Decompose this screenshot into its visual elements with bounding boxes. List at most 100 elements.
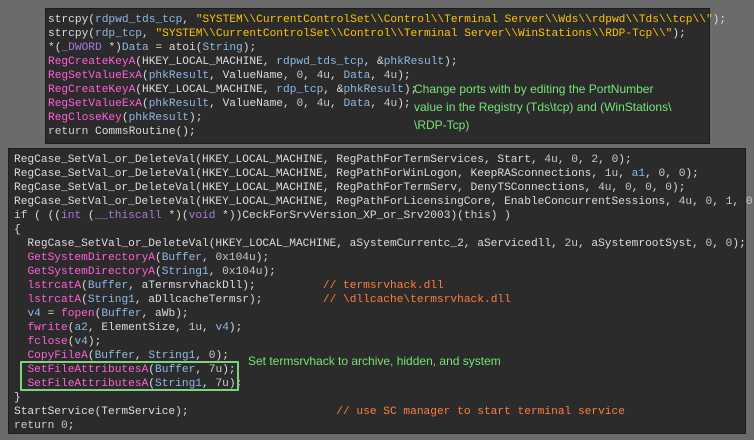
code-token: // termsrvhack.dll <box>322 280 444 292</box>
code-token: rdpwd_tds_tcp <box>95 14 183 26</box>
code-token: = <box>40 308 62 320</box>
code-line: fwrite(a2, ElementSize, 1u, v4); <box>14 321 754 335</box>
code-token: , <box>303 98 317 110</box>
code-token: CommsRoutine(); <box>95 126 196 138</box>
code-token: rdp_tcp <box>95 28 142 40</box>
code-line: strcpy(rdpwd_tds_tcp, "SYSTEM\\CurrentCo… <box>48 13 726 27</box>
code-line: RegCase_SetVal_or_DeleteVal(HKEY_LOCAL_M… <box>14 237 754 251</box>
code-token: 0x104u <box>215 252 256 264</box>
code-line: lstrcatA(Buffer, aTermsrvhackDll); // te… <box>14 279 754 293</box>
code-token: ); <box>228 322 243 334</box>
code-token: , <box>692 196 706 208</box>
code-line: return 0; <box>14 419 754 433</box>
code-token: , <box>712 238 726 250</box>
code-token: , <box>202 322 216 334</box>
code-token: , <box>330 98 344 110</box>
code-token: Data <box>343 98 371 110</box>
code-token: *)( <box>161 210 189 222</box>
code-token: ( <box>155 266 162 278</box>
code-token: ) ) <box>490 210 511 222</box>
code-token: 0 <box>665 182 672 194</box>
code-token: Buffer <box>161 252 203 264</box>
code-token: Data <box>343 70 371 82</box>
code-token: ( <box>142 98 149 110</box>
code-token: RegCase_SetVal_or_DeleteVal(HKEY_LOCAL_M… <box>14 196 679 208</box>
code-token: String1 <box>161 266 209 278</box>
code-token: fopen <box>61 308 95 320</box>
code-token: 4u <box>316 70 331 82</box>
code-token: RegCase_SetVal_or_DeleteVal(HKEY_LOCAL_M… <box>14 238 565 250</box>
code-token: Data <box>121 42 149 54</box>
code-token: , <box>651 182 666 194</box>
code-token: _DWORD <box>61 42 102 54</box>
code-panel-bottom: RegCase_SetVal_or_DeleteVal(HKEY_LOCAL_M… <box>8 148 754 434</box>
code-token: RegCreateKeyA <box>48 84 136 96</box>
code-token: , <box>631 182 646 194</box>
code-line: RegCreateKeyA(HKEY_LOCAL_MACHINE, rdpwd_… <box>48 55 726 69</box>
code-token: (HKEY_LOCAL_MACHINE, <box>135 56 277 68</box>
code-token: ( <box>81 294 88 306</box>
code-token: (HKEY_LOCAL_MACHINE, <box>135 84 277 96</box>
code-token: , <box>330 70 344 82</box>
code-token: phkResult <box>128 112 190 124</box>
code-token: , <box>303 70 317 82</box>
code-line: GetSystemDirectoryA(String1, 0x104u); <box>14 265 754 279</box>
code-line: *(_DWORD *)Data = atoi(String); <box>48 41 726 55</box>
code-token: ( <box>121 112 129 124</box>
code-token: , <box>370 70 384 82</box>
code-line: GetSystemDirectoryA(Buffer, 0x104u); <box>14 251 754 265</box>
code-line: lstrcatA(String1, aDllcacheTermsr); // \… <box>14 293 754 307</box>
code-line: RegCase_SetVal_or_DeleteVal(HKEY_LOCAL_M… <box>14 181 754 195</box>
code-token: ); <box>618 154 632 166</box>
code-token: *( <box>48 42 62 54</box>
code-token: , ValueName, <box>209 70 297 82</box>
code-token: lstrcatA <box>27 280 82 292</box>
code-line: { <box>14 223 754 237</box>
code-token: fwrite <box>27 322 68 334</box>
code-token: RegCase_SetVal_or_DeleteVal(HKEY_LOCAL_M… <box>14 182 599 194</box>
code-token: } <box>14 392 21 404</box>
code-token: 4u <box>544 154 558 166</box>
code-token: , & <box>323 84 344 96</box>
code-token: 4u <box>316 98 331 110</box>
code-token: , & <box>363 56 384 68</box>
code-token: RegSetValueExA <box>48 70 142 82</box>
code-token: ); <box>87 336 102 348</box>
code-line: RegCase_SetVal_or_DeleteVal(HKEY_LOCAL_M… <box>14 167 754 181</box>
code-listing-bottom: RegCase_SetVal_or_DeleteVal(HKEY_LOCAL_M… <box>14 153 754 433</box>
code-token: , <box>645 168 659 180</box>
code-token: , <box>732 196 746 208</box>
code-token: a2 <box>74 322 88 334</box>
code-token: v4 <box>27 308 41 320</box>
code-token: ); <box>189 112 203 124</box>
code-token: GetSystemDirectoryA <box>27 266 155 278</box>
code-token: 4u <box>383 70 398 82</box>
code-token: , aTermsrvhackDll); <box>128 280 323 292</box>
code-token: , ElementSize, <box>87 322 189 334</box>
code-token: __thiscall <box>94 210 162 222</box>
code-token: String <box>202 42 243 54</box>
code-token: *))CeckForSrvVersion_XP_or_Srv2003)( <box>215 210 464 222</box>
code-token: StartService(TermService); <box>14 406 337 418</box>
code-token: , aWb); <box>141 308 189 320</box>
highlight-box <box>20 361 239 391</box>
annotation-file-attributes: Set termsrvhack to archive, hidden, and … <box>248 354 501 368</box>
code-token: ); <box>262 266 276 278</box>
code-token: GetSystemDirectoryA <box>27 252 155 264</box>
code-token: , <box>598 154 612 166</box>
code-token: rdp_tcp <box>276 84 324 96</box>
code-token: fclose <box>27 336 68 348</box>
code-token: , <box>182 14 196 26</box>
code-token: v4 <box>215 322 229 334</box>
code-token: ); <box>242 42 257 54</box>
code-token: , <box>142 28 156 40</box>
code-token: phkResult <box>148 70 210 82</box>
code-token: ( (( <box>27 210 62 222</box>
